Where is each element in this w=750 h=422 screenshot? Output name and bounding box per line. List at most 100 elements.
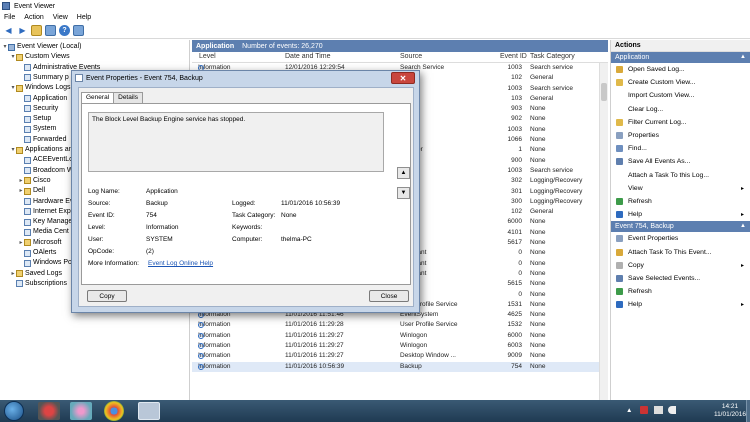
action-item[interactable]: Find... — [611, 142, 750, 155]
action-item[interactable]: Save All Events As... — [611, 155, 750, 168]
tree-item[interactable]: ▸ Saved Logs — [10, 269, 62, 279]
action-item[interactable]: Help ▸ — [611, 208, 750, 221]
copy-button[interactable]: Copy — [87, 290, 127, 302]
menu-file[interactable]: File — [4, 14, 15, 21]
action-item[interactable]: Open Saved Log... — [611, 63, 750, 76]
tree-item[interactable]: Forwarded — [18, 135, 66, 145]
action-item[interactable]: View ▸ — [611, 182, 750, 195]
close-button[interactable]: Close — [369, 290, 409, 302]
tree-item[interactable]: Setup — [18, 114, 51, 124]
tree-item[interactable]: OAlerts — [18, 248, 56, 258]
tree-item[interactable]: Internet Exp — [18, 207, 71, 217]
tree-item[interactable]: ▸ Dell — [18, 186, 45, 196]
action-item[interactable]: Clear Log... — [611, 103, 750, 116]
action-item[interactable]: Refresh — [611, 285, 750, 298]
action-item[interactable]: Copy ▸ — [611, 259, 750, 272]
tree-item[interactable]: Security — [18, 104, 58, 114]
event-message[interactable]: The Block Level Backup Engine service ha… — [88, 112, 384, 172]
help-icon[interactable]: ? — [59, 25, 70, 36]
tree-item[interactable]: ▾ Applications an — [10, 145, 72, 155]
action-item[interactable]: Event Properties — [611, 232, 750, 245]
vertical-scrollbar[interactable] — [599, 63, 608, 400]
menu-action[interactable]: Action — [24, 14, 43, 21]
column-source[interactable]: Source — [400, 53, 422, 60]
event-cell: 9009 — [508, 352, 522, 359]
tree-item[interactable]: Windows Po — [18, 258, 72, 268]
event-row[interactable]: i Information 11/01/2016 11:29:27 Winlogon 6… — [192, 341, 608, 351]
tree-item[interactable]: ▾ Custom Views — [10, 52, 70, 62]
tree-item[interactable]: Hardware Ev — [18, 197, 73, 207]
actions-section-application[interactable]: Application ▲ — [611, 52, 750, 63]
action-item[interactable]: Properties — [611, 129, 750, 142]
event-cell: 5615 — [508, 280, 522, 287]
tree-item-label: OAlerts — [33, 249, 57, 256]
back-icon[interactable]: ◀ — [3, 25, 14, 36]
chrome-icon[interactable] — [104, 401, 124, 421]
tree-item[interactable]: ▸ Microsoft — [18, 238, 61, 248]
tab-details[interactable]: Details — [113, 92, 143, 103]
volume-icon[interactable] — [668, 406, 676, 414]
folder-icon[interactable] — [31, 25, 42, 36]
tree-item[interactable]: Key Manage — [18, 217, 72, 227]
log-icon — [24, 95, 31, 102]
media-app-icon[interactable] — [38, 402, 60, 420]
clock[interactable]: 14:21 11/01/2016 — [714, 403, 746, 419]
tree-item[interactable]: ACEEventLo — [18, 155, 73, 165]
tray-arrow-icon[interactable]: ▲ — [626, 407, 632, 414]
tree-item[interactable]: Application — [18, 94, 67, 104]
previous-event-button[interactable]: ▲ — [397, 167, 410, 179]
tree-item[interactable]: Subscriptions — [10, 279, 67, 289]
action-item[interactable]: Filter Current Log... — [611, 116, 750, 129]
flag-icon[interactable] — [640, 406, 648, 414]
event-row[interactable]: i Information 11/01/2016 11:29:27 Desktop W… — [192, 351, 608, 361]
event-row[interactable]: i Information 11/01/2016 11:29:27 Winlogon 6… — [192, 331, 608, 341]
action-item[interactable]: Help ▸ — [611, 298, 750, 311]
event-cat: Logging/Recovery — [530, 187, 583, 195]
network-icon[interactable] — [654, 406, 663, 414]
column-date[interactable]: Date and Time — [285, 53, 331, 60]
action-label: Copy — [628, 261, 644, 269]
forward-icon[interactable]: ▶ — [17, 25, 28, 36]
panel-icon[interactable] — [73, 25, 84, 36]
tree-item[interactable]: System — [18, 124, 56, 134]
tree-item[interactable]: Summary p — [18, 73, 69, 83]
event-cat: None — [530, 280, 546, 288]
properties-icon[interactable] — [45, 25, 56, 36]
column-task-category[interactable]: Task Category — [530, 53, 575, 60]
menu-view[interactable]: View — [53, 14, 68, 21]
action-item[interactable]: Import Custom View... — [611, 89, 750, 102]
actions-section-event[interactable]: Event 754, Backup ▲ — [611, 221, 750, 233]
column-event-id[interactable]: Event ID — [500, 53, 527, 60]
label-log-name: Log Name: — [88, 188, 120, 195]
column-level[interactable]: Level — [199, 53, 216, 60]
collapse-icon[interactable]: ▲ — [740, 52, 746, 63]
scroll-thumb[interactable] — [601, 83, 607, 101]
tree-item[interactable]: Broadcom W — [18, 166, 73, 176]
action-label: Clear Log... — [628, 105, 664, 113]
show-desktop-button[interactable] — [746, 400, 750, 422]
start-button[interactable] — [4, 401, 24, 421]
tree-item[interactable]: ▾ Windows Logs — [10, 83, 71, 93]
event-row[interactable]: i Information 11/01/2016 10:56:39 Backup 754… — [192, 361, 608, 372]
event-cat: None — [530, 218, 546, 226]
event-viewer-taskbar-icon[interactable] — [138, 402, 160, 420]
window-title: Event Viewer — [14, 2, 56, 10]
menu-help[interactable]: Help — [77, 14, 91, 21]
tree-item[interactable]: ▸ Cisco — [18, 176, 51, 186]
event-row[interactable]: i Information 11/01/2016 11:29:28 User Prof… — [192, 320, 608, 330]
event-cell: 1066 — [508, 136, 522, 143]
action-item[interactable]: Save Selected Events... — [611, 272, 750, 285]
folder-icon — [24, 177, 31, 185]
action-item[interactable]: Attach Task To This Event... — [611, 245, 750, 258]
collapse-icon[interactable]: ▲ — [740, 221, 746, 232]
close-icon[interactable]: ✕ — [391, 72, 415, 84]
tree-item[interactable]: Media Cent — [18, 227, 69, 237]
action-item[interactable]: Attach a Task To this Log... — [611, 169, 750, 182]
event-log-online-help-link[interactable]: Event Log Online Help — [148, 260, 213, 267]
action-item[interactable]: Create Custom View... — [611, 76, 750, 89]
paint-app-icon[interactable] — [70, 402, 92, 420]
event-cell: 1532 — [508, 321, 522, 328]
action-item[interactable]: Refresh — [611, 195, 750, 208]
tree-item[interactable]: ▾ Event Viewer (Local) — [2, 42, 81, 52]
next-event-button[interactable]: ▼ — [397, 187, 410, 199]
